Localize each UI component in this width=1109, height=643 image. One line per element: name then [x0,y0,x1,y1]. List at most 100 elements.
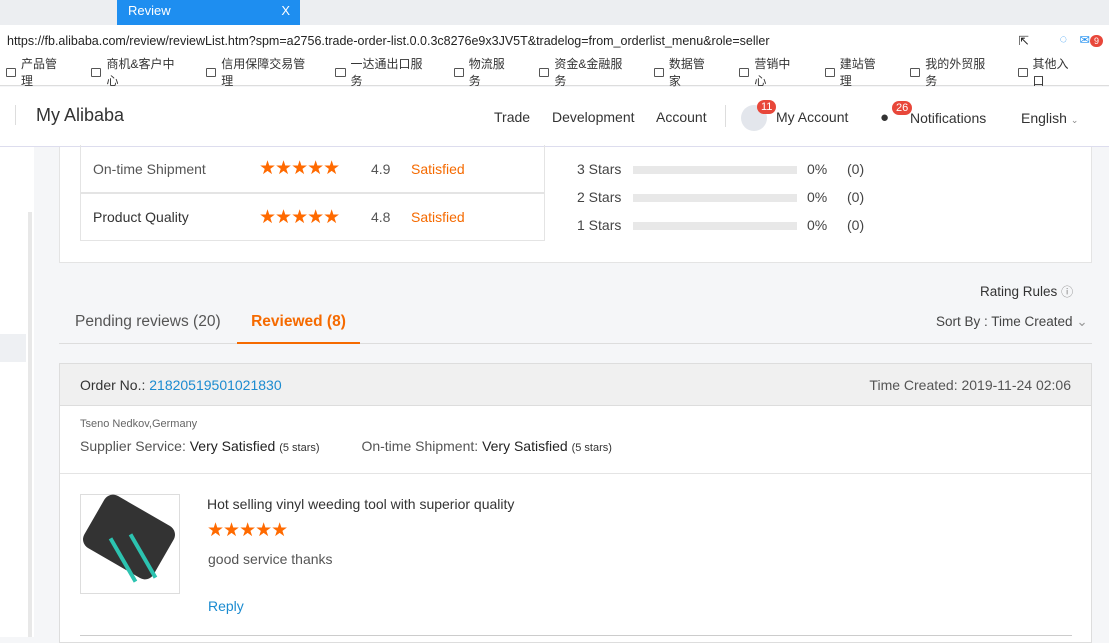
buyer-feedback: Tseno Nedkov,Germany Supplier Service: V… [60,406,1091,474]
dist-bar [633,222,797,230]
bookmark-item[interactable]: 我的外贸服务 [910,57,1003,88]
star-distribution: 3 Stars 0% (0) 2 Stars 0% (0) 1 Stars 0% (0) [577,155,864,239]
tab-title: Review [128,3,171,18]
chevron-down-icon: ⌄ [1070,115,1079,125]
folder-icon [91,67,102,77]
history-icon[interactable]: ◌ [1060,32,1067,46]
folder-icon [653,67,664,77]
shipment-stars: (5 stars) [571,442,612,454]
bookmark-label: 产品管理 [20,57,57,88]
rating-score: 4.9 [371,160,391,177]
rating-row-shipment: On-time Shipment ★★★★★ 4.9 Satisfied [80,145,545,193]
shipment-label: On-time Shipment: [361,438,483,454]
rating-rules-label: Rating Rules [980,284,1058,299]
close-tab-icon[interactable]: X [281,3,290,18]
folder-icon [453,67,464,77]
folder-icon [739,67,750,77]
nav-trade[interactable]: Trade [494,109,530,125]
bookmark-item[interactable]: 产品管理 [6,57,77,88]
help-icon: ⓘ [1061,285,1074,299]
order-no-label: Order No.: [80,377,150,393]
sort-select[interactable]: Sort By : Time Created ⌄ [936,314,1088,330]
bookmark-item[interactable]: 资金&金融服务 [539,57,640,88]
rating-score: 4.8 [371,209,391,225]
dist-label: 2 Stars [577,189,622,205]
url-text: https://fb.alibaba.com/review/reviewList… [7,34,770,48]
mail-badge: 9 [1089,35,1103,47]
language-label: English [1021,110,1067,126]
nav-development[interactable]: Development [552,109,635,125]
product-title[interactable]: Hot selling vinyl weeding tool with supe… [207,496,514,512]
chevron-down-icon: ⌄ [1076,314,1088,329]
dist-count: (0) [847,189,865,205]
bookmark-item[interactable]: 营销中心 [739,57,810,88]
bookmark-label: 营销中心 [754,57,791,88]
dist-bar [633,194,797,202]
review-card: Order No.: 21820519501021830 Time Create… [59,363,1092,643]
bookmark-label: 物流服务 [468,57,505,88]
tab-pending-reviews[interactable]: Pending reviews (20) [75,313,221,331]
distribution-row: 2 Stars 0% (0) [577,183,864,211]
product-image[interactable] [79,491,180,594]
notifications-link[interactable]: Notifications [910,110,986,126]
shipment-value: Very Satisfied [482,438,568,454]
distribution-row: 3 Stars 0% (0) [577,155,864,183]
bookmarks-bar: 产品管理 商机&客户中心 信用保障交易管理 一达通出口服务 物流服务 资金&金融服务 数据管… [0,57,1109,88]
bookmark-item[interactable]: 信用保障交易管理 [206,57,321,88]
dist-label: 1 Stars [577,217,622,233]
supplier-label: Supplier Service: [80,438,190,454]
folder-icon [910,67,921,77]
star-rating: ★★★★★ [259,206,340,228]
open-external-icon[interactable]: ⇱ [1019,33,1029,48]
bookmark-item[interactable]: 其他入口 [1017,57,1089,88]
folder-icon [824,67,835,77]
folder-icon [206,67,217,77]
bookmark-item[interactable]: 商机&客户中心 [91,57,192,88]
sidebar [0,147,34,637]
rating-label: Product Quality [93,209,189,225]
bookmark-label: 其他入口 [1032,57,1069,88]
bookmark-item[interactable]: 物流服务 [453,57,525,88]
site-header: My Alibaba Trade Development Account 11 … [0,87,1109,147]
bookmark-label: 一达通出口服务 [350,57,423,88]
buyer-name: Tseno Nedkov,Germany [80,418,198,430]
sidebar-scrollbar[interactable] [28,212,32,637]
tab-reviewed[interactable]: Reviewed (8) [237,313,360,344]
folder-icon [1017,67,1028,77]
my-account-link[interactable]: My Account [776,109,848,125]
time-created: Time Created: 2019-11-24 02:06 [869,377,1071,393]
distribution-row: 1 Stars 0% (0) [577,211,864,239]
supplier-value: Very Satisfied [189,438,276,454]
logo[interactable]: My Alibaba [36,105,124,126]
product-star-rating: ★★★★★ [207,520,288,541]
rating-rules-link[interactable]: Rating Rules ⓘ [980,283,1073,300]
bookmark-item[interactable]: 建站管理 [824,57,896,88]
language-select[interactable]: English ⌄ [1021,110,1078,126]
order-no-link[interactable]: 21820519501021830 [149,377,281,393]
account-badge: 11 [757,100,777,114]
nav-account[interactable]: Account [656,109,707,125]
bookmark-label: 商机&客户中心 [106,57,175,88]
dist-count: (0) [847,161,865,177]
order-header: Order No.: 21820519501021830 Time Create… [60,364,1091,406]
review-comment: good service thanks [208,551,333,567]
dist-percent: 0% [807,161,828,177]
dist-percent: 0% [807,189,828,205]
bookmark-item[interactable]: 数据管家 [653,57,725,88]
tab-review[interactable]: Review X [117,0,300,25]
rating-row-quality: Product Quality ★★★★★ 4.8 Satisfied [80,193,545,241]
dist-label: 3 Stars [577,161,622,177]
bookmark-label: 资金&金融服务 [554,57,623,88]
browser-tabbar: Review X [0,0,1109,25]
sort-label: Sort By : Time Created [936,314,1073,329]
reply-link[interactable]: Reply [208,598,244,614]
rating-status: Satisfied [411,209,465,225]
folder-icon [335,67,346,77]
dist-count: (0) [847,217,865,233]
bookmark-item[interactable]: 一达通出口服务 [335,57,439,88]
dist-percent: 0% [807,217,828,233]
notification-icon[interactable]: ● [880,109,889,126]
address-bar[interactable]: https://fb.alibaba.com/review/reviewList… [0,25,1109,59]
sidebar-item-active[interactable] [0,334,26,362]
mail-icon[interactable]: ✉ 9 [1080,32,1103,47]
